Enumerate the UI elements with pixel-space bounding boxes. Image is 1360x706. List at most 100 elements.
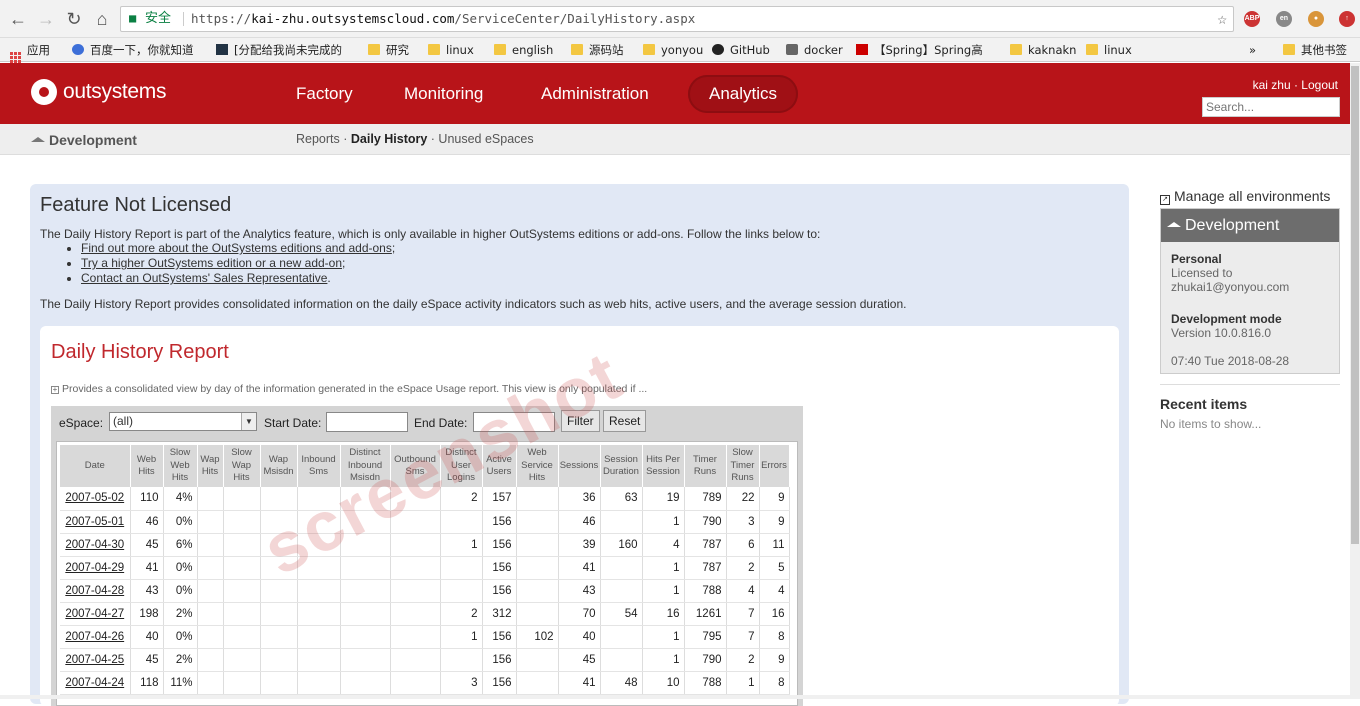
bookmark-folder-yonyou[interactable]: yonyou bbox=[643, 42, 703, 58]
table-cell: 157 bbox=[482, 487, 517, 511]
editions-link[interactable]: Find out more about the OutSystems editi… bbox=[81, 241, 392, 255]
nav-monitoring[interactable]: Monitoring bbox=[383, 75, 504, 113]
crumb-reports[interactable]: Reports bbox=[296, 132, 340, 146]
table-cell bbox=[297, 648, 341, 672]
crumb-daily-history[interactable]: Daily History bbox=[351, 132, 427, 146]
table-cell bbox=[340, 648, 391, 672]
bookmark-docker[interactable]: docker bbox=[786, 42, 843, 58]
translate-extension-icon[interactable]: en bbox=[1276, 11, 1292, 27]
table-cell bbox=[516, 487, 559, 511]
manage-environments-link[interactable]: ↗ Manage all environments bbox=[1160, 188, 1330, 205]
date-link[interactable]: 2007-04-24 bbox=[65, 677, 124, 689]
date-link[interactable]: 2007-05-02 bbox=[65, 492, 124, 504]
bookmark-folder-research[interactable]: 研究 bbox=[368, 42, 409, 58]
nav-analytics[interactable]: Analytics bbox=[688, 75, 799, 113]
folder-icon bbox=[571, 44, 583, 55]
table-cell bbox=[340, 487, 391, 511]
adblock-extension-icon[interactable]: ABP bbox=[1244, 11, 1260, 27]
date-cell: 2007-05-02 bbox=[60, 487, 131, 511]
home-icon[interactable]: ⌂ bbox=[91, 8, 113, 30]
cookie-extension-icon[interactable]: ● bbox=[1308, 11, 1324, 27]
back-arrow-icon[interactable]: ← bbox=[7, 8, 29, 30]
date-link[interactable]: 2007-04-30 bbox=[65, 539, 124, 551]
scrollbar-thumb[interactable] bbox=[1351, 66, 1359, 544]
date-link[interactable]: 2007-04-28 bbox=[65, 585, 124, 597]
table-cell bbox=[260, 510, 298, 534]
forward-arrow-icon[interactable]: → bbox=[35, 8, 57, 30]
date-link[interactable]: 2007-04-29 bbox=[65, 562, 124, 574]
table-cell bbox=[197, 625, 224, 649]
table-cell bbox=[440, 579, 483, 603]
history-table: Date Web Hits Slow Web Hits Wap Hits Slow Wa… bbox=[60, 445, 790, 695]
end-date-input[interactable] bbox=[473, 412, 555, 432]
bookmark-spring[interactable]: 【Spring】Spring高 bbox=[856, 42, 994, 58]
table-cell bbox=[297, 602, 341, 626]
bookmark-folder-english[interactable]: english bbox=[494, 42, 553, 58]
nav-factory[interactable]: Factory bbox=[275, 75, 374, 113]
table-cell: 45 bbox=[558, 648, 601, 672]
reset-button[interactable]: Reset bbox=[603, 410, 647, 432]
bookmark-folder-linux-2[interactable]: linux bbox=[1086, 42, 1132, 58]
chevron-down-icon[interactable]: ▼ bbox=[241, 413, 256, 430]
date-link[interactable]: 2007-04-26 bbox=[65, 631, 124, 643]
filter-button[interactable]: Filter bbox=[561, 410, 600, 432]
lock-icon: ■ bbox=[129, 11, 137, 25]
sidebar-divider bbox=[1160, 384, 1340, 385]
update-extension-icon[interactable]: ↑ bbox=[1339, 11, 1355, 27]
table-cell: 54 bbox=[600, 602, 643, 626]
date-link[interactable]: 2007-04-25 bbox=[65, 654, 124, 666]
reload-icon[interactable]: ↻ bbox=[63, 8, 85, 30]
table-cell: 11 bbox=[759, 533, 790, 557]
report-title: Daily History Report bbox=[51, 341, 229, 363]
apps-grid-icon bbox=[10, 52, 21, 63]
report-description[interactable]: + Provides a consolidated view by day of … bbox=[51, 383, 647, 395]
bookmark-other[interactable]: 其他书签 bbox=[1283, 42, 1347, 58]
date-link[interactable]: 2007-04-27 bbox=[65, 608, 124, 620]
horizontal-scrollbar[interactable] bbox=[0, 695, 1350, 699]
column-header: Session Duration bbox=[600, 445, 643, 487]
table-cell bbox=[340, 671, 391, 695]
nav-administration[interactable]: Administration bbox=[520, 75, 670, 113]
table-cell: 63 bbox=[600, 487, 643, 511]
sales-link[interactable]: Contact an OutSystems' Sales Representat… bbox=[81, 271, 327, 285]
external-link-icon: ↗ bbox=[1160, 195, 1170, 205]
column-header: Distinct User Logins bbox=[440, 445, 483, 487]
bookmark-baidu[interactable]: 百度一下，你就知道 bbox=[72, 42, 194, 58]
start-date-input[interactable] bbox=[326, 412, 408, 432]
bookmarks-overflow-chevron[interactable]: » bbox=[1249, 42, 1256, 58]
table-cell: 2% bbox=[163, 648, 198, 672]
address-bar[interactable]: ■ 安全 https://kai-zhu.outsystemscloud.com… bbox=[120, 6, 1234, 32]
folder-icon bbox=[368, 44, 380, 55]
bookmark-star-icon[interactable]: ☆ bbox=[1217, 7, 1227, 31]
table-cell: 48 bbox=[600, 671, 643, 695]
bookmark-github[interactable]: GitHub bbox=[712, 42, 770, 58]
table-cell bbox=[516, 533, 559, 557]
bookmark-folder-linux[interactable]: linux bbox=[428, 42, 474, 58]
bookmark-folder-kaknakn[interactable]: kaknakn bbox=[1010, 42, 1076, 58]
table-cell: 156 bbox=[482, 510, 517, 534]
bookmark-folder-source[interactable]: 源码站 bbox=[571, 42, 624, 58]
upgrade-link[interactable]: Try a higher OutSystems edition or a new… bbox=[81, 256, 342, 270]
table-cell: 40 bbox=[558, 625, 601, 649]
bookmark-assigned[interactable]: [分配给我尚未完成的 bbox=[216, 42, 350, 58]
crumb-unused-espaces[interactable]: Unused eSpaces bbox=[438, 132, 533, 146]
search-input[interactable] bbox=[1202, 97, 1340, 117]
bookmark-apps[interactable]: 应用 bbox=[10, 42, 50, 63]
table-cell: 43 bbox=[130, 579, 164, 603]
table-cell: 46 bbox=[558, 510, 601, 534]
folder-icon bbox=[1010, 44, 1022, 55]
table-cell bbox=[223, 579, 261, 603]
table-cell: 1 bbox=[726, 671, 760, 695]
table-cell: 1 bbox=[440, 625, 483, 649]
user-menu: kai zhu · Logout bbox=[1252, 78, 1338, 92]
table-cell: 790 bbox=[684, 510, 727, 534]
table-cell bbox=[516, 510, 559, 534]
date-link[interactable]: 2007-05-01 bbox=[65, 516, 124, 528]
user-name[interactable]: kai zhu bbox=[1253, 78, 1291, 92]
logout-link[interactable]: Logout bbox=[1301, 78, 1338, 92]
table-cell bbox=[340, 579, 391, 603]
table-cell: 43 bbox=[558, 579, 601, 603]
expand-plus-icon[interactable]: + bbox=[51, 386, 59, 394]
outsystems-logo[interactable]: outsystems bbox=[31, 79, 167, 105]
espace-select[interactable]: (all) ▼ bbox=[109, 412, 257, 431]
